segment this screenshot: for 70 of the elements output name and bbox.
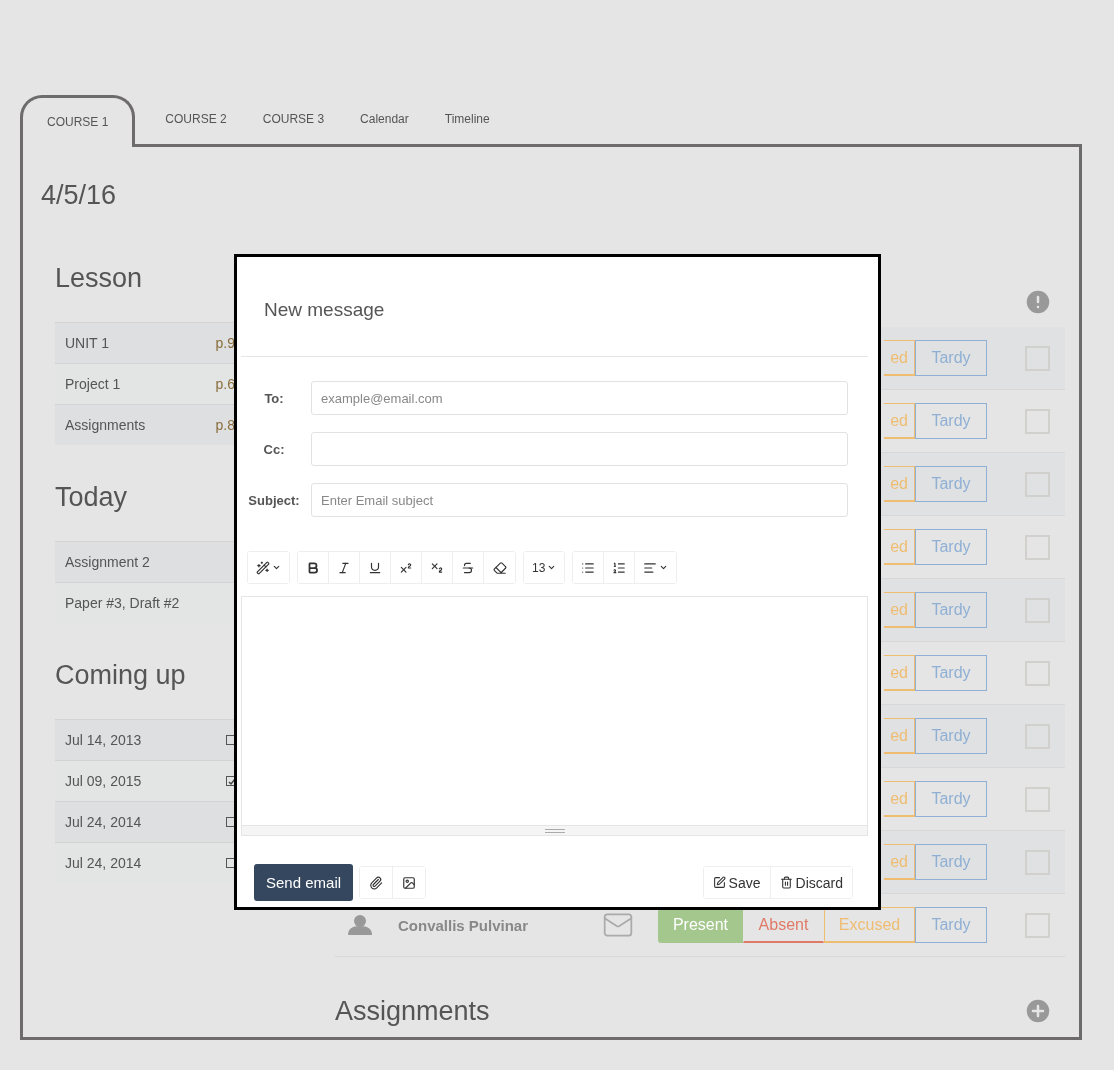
- eraser-icon: [492, 560, 507, 575]
- attendance-button[interactable]: Tardy: [915, 403, 987, 439]
- bullet-list-icon: [581, 560, 596, 575]
- underline-icon: [368, 560, 382, 575]
- section-title: Assignments: [335, 995, 490, 1028]
- attendance-button[interactable]: ed: [884, 781, 915, 817]
- due-date: Jul 14, 2013: [65, 732, 142, 748]
- attendance-button[interactable]: Tardy: [915, 718, 987, 754]
- attendance-button[interactable]: Tardy: [915, 529, 987, 565]
- list-item: UNIT 1: [65, 335, 110, 351]
- alert-icon[interactable]: [1023, 287, 1053, 317]
- section-title: Coming up: [55, 659, 187, 692]
- attendance-button[interactable]: ed: [884, 718, 915, 754]
- toolbar-button[interactable]: [298, 552, 329, 583]
- input-field[interactable]: example@email.com: [311, 381, 848, 415]
- attendance-button[interactable]: Tardy: [915, 466, 987, 502]
- attendance-button[interactable]: ed: [884, 529, 915, 565]
- toolbar-button[interactable]: [248, 552, 289, 583]
- attendance-button[interactable]: Tardy: [915, 781, 987, 817]
- image-icon: [402, 875, 417, 890]
- strikethrough-icon: [461, 560, 475, 575]
- send-button[interactable]: Send email: [254, 864, 354, 901]
- due-date: Jul 24, 2014: [65, 814, 142, 830]
- page-reference: p.6: [215, 376, 235, 392]
- add-icon[interactable]: [1023, 996, 1053, 1026]
- superscript-icon: [399, 560, 413, 575]
- tab[interactable]: COURSE 1: [20, 95, 136, 147]
- field-label: Cc:: [262, 441, 286, 457]
- save-button[interactable]: Save: [703, 867, 771, 898]
- list-item: Assignments: [65, 417, 146, 433]
- attendance-button[interactable]: ed: [884, 466, 915, 502]
- attendance-button[interactable]: Tardy: [915, 655, 987, 691]
- attendance-button[interactable]: ed: [884, 844, 915, 880]
- magic-wand-icon: [256, 560, 270, 575]
- toolbar-button[interactable]: 13: [524, 552, 565, 583]
- subscript-icon: [430, 560, 444, 575]
- italic-icon: [337, 560, 351, 575]
- attendance-button[interactable]: ed: [884, 592, 915, 628]
- page-reference: p.9: [215, 335, 235, 351]
- attendance-button[interactable]: ed: [884, 403, 915, 439]
- list-item: Assignment 2: [65, 554, 150, 570]
- list-item: Paper #3, Draft #2: [65, 595, 180, 611]
- resize-handle[interactable]: [544, 828, 565, 833]
- list-item: Project 1: [65, 376, 121, 392]
- attendance-button[interactable]: ed: [884, 655, 915, 691]
- page-reference: p.8: [215, 417, 235, 433]
- due-date: Jul 09, 2015: [65, 773, 142, 789]
- input-field[interactable]: [311, 432, 848, 466]
- section-title: Lesson: [55, 262, 144, 295]
- attendance-button[interactable]: Tardy: [915, 340, 987, 376]
- due-date: Jul 24, 2014: [65, 855, 142, 871]
- field-label: To:: [263, 390, 285, 406]
- avatar-icon: [348, 915, 372, 935]
- bold-icon: [306, 560, 320, 575]
- attendance-button[interactable]: Tardy: [915, 844, 987, 880]
- attendance-button[interactable]: Tardy: [915, 907, 987, 943]
- field-label: Subject:: [247, 492, 301, 508]
- attendance-button[interactable]: ed: [884, 340, 915, 376]
- numbered-list-icon: [612, 560, 627, 575]
- attendance-button[interactable]: Tardy: [915, 592, 987, 628]
- student-name: Convallis Pulvinar: [398, 916, 530, 934]
- section-title: Today: [55, 481, 129, 514]
- dialog-title: New message: [264, 298, 385, 321]
- paperclip-icon: [369, 875, 384, 890]
- input-field[interactable]: Enter Email subject: [311, 483, 848, 517]
- date-heading: 4/5/16: [41, 179, 118, 212]
- edit-icon: [712, 876, 726, 889]
- trash-icon: [779, 876, 793, 889]
- attach-button[interactable]: [360, 867, 394, 898]
- align-icon: [643, 560, 658, 575]
